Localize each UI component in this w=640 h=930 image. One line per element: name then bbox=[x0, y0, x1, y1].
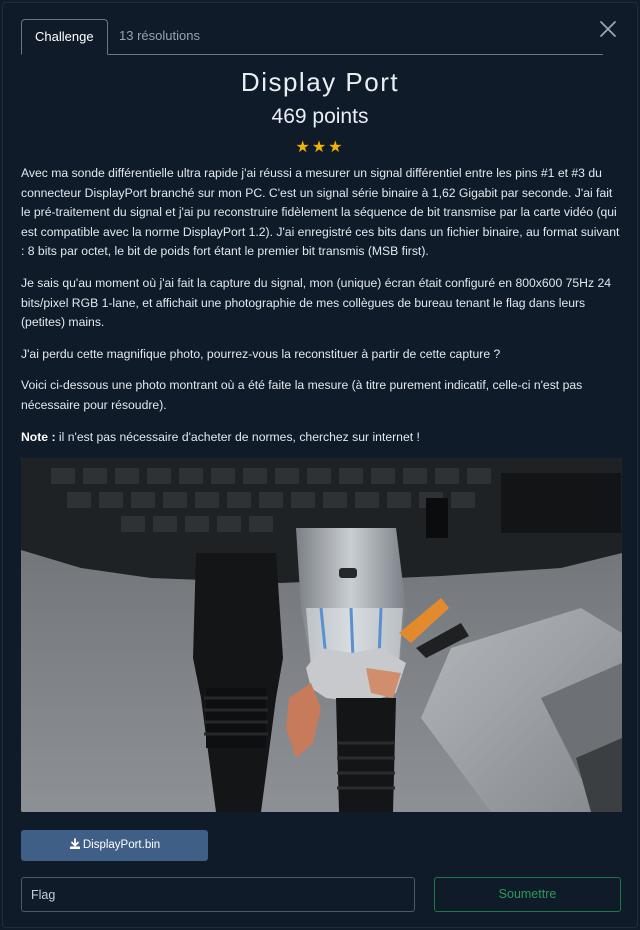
challenge-description: Avec ma sonde différentielle ultra rapid… bbox=[21, 164, 625, 459]
description-paragraph-1: Avec ma sonde différentielle ultra rapid… bbox=[21, 166, 620, 259]
challenge-modal: Challenge 13 résolutions Display Port 46… bbox=[2, 2, 638, 928]
description-note: Note : il n'est pas nécessaire d'acheter… bbox=[21, 428, 625, 448]
download-icon bbox=[69, 838, 80, 849]
description-paragraph-3: J'ai perdu cette magnifique photo, pourr… bbox=[21, 346, 501, 361]
description-paragraph-2: Je sais qu'au moment où j'ai fait la cap… bbox=[21, 275, 612, 330]
download-label: DisplayPort.bin bbox=[82, 839, 161, 851]
flag-input[interactable] bbox=[21, 877, 415, 912]
note-text: il n'est pas nécessaire d'acheter de nor… bbox=[55, 429, 420, 444]
challenge-title: Display Port bbox=[240, 67, 400, 97]
challenge-points: 469 points bbox=[271, 105, 369, 128]
description-paragraph-4: Voici ci-dessous une photo montrant où a… bbox=[21, 378, 583, 412]
submit-button[interactable]: Soumettre bbox=[434, 877, 621, 912]
tab-bar: Challenge 13 résolutions bbox=[21, 19, 603, 55]
note-label: Note : bbox=[21, 429, 56, 444]
difficulty-stars: ★★★ bbox=[295, 139, 345, 156]
download-button[interactable]: DisplayPort.bin bbox=[21, 830, 208, 861]
tab-challenge[interactable]: Challenge bbox=[21, 19, 108, 55]
measurement-photo bbox=[21, 458, 622, 812]
tab-resolutions[interactable]: 13 résolutions bbox=[106, 19, 213, 54]
